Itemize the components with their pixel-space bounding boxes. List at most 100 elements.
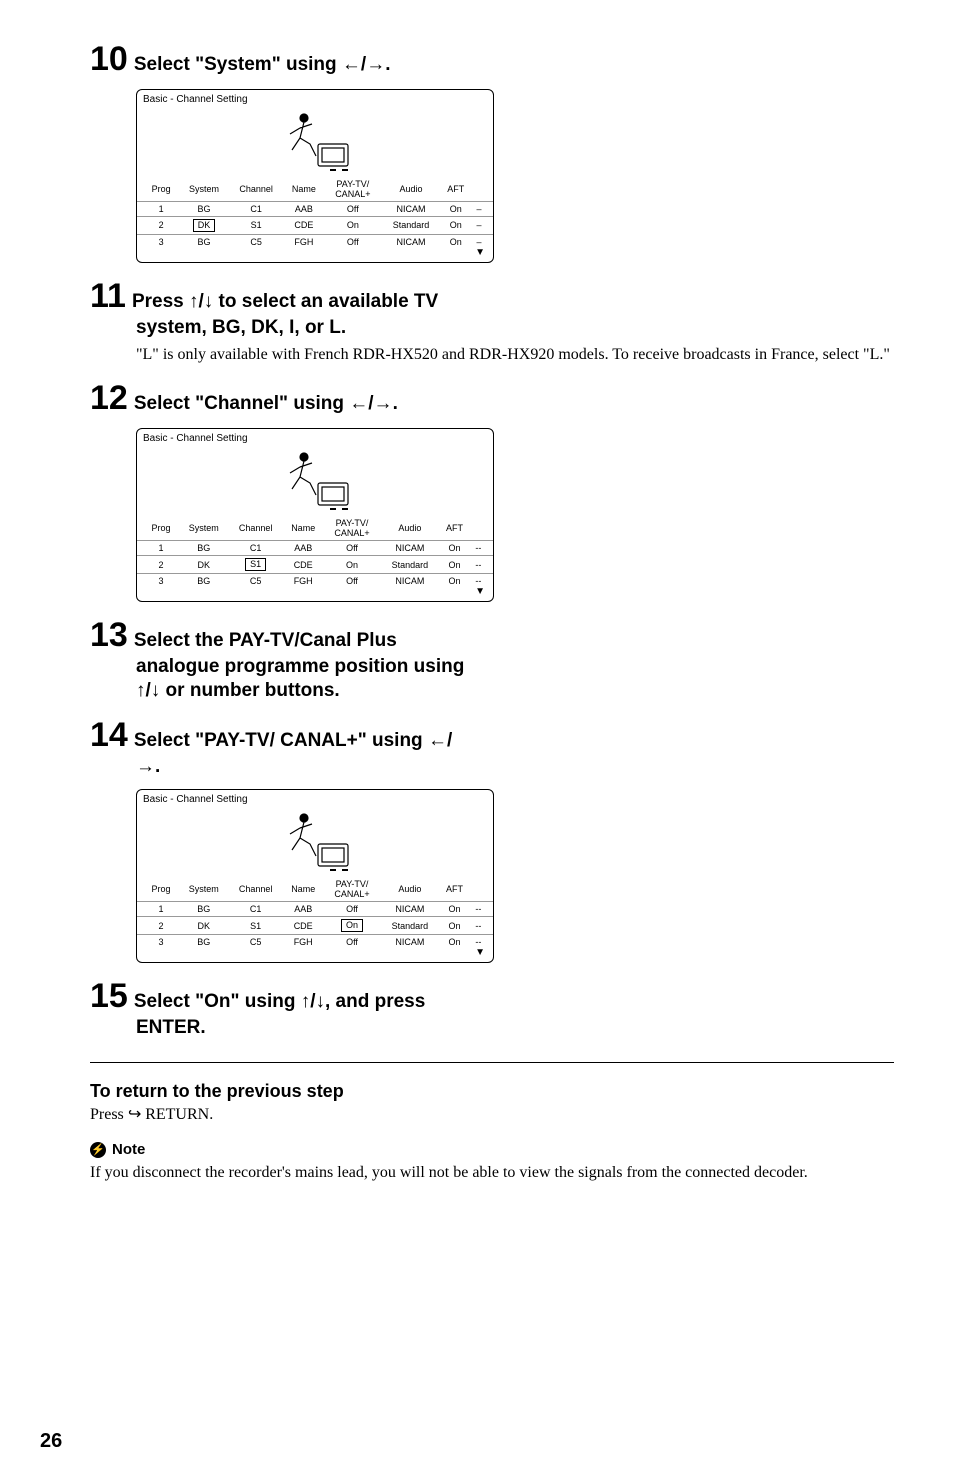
table-header — [470, 516, 493, 541]
step-subtitle: →. — [136, 755, 894, 779]
step-14: 14 Select "PAY-TV/ CANAL+" using ←/ →. B… — [90, 716, 894, 963]
table-cell: -- — [470, 556, 493, 574]
table-header: Name — [283, 877, 324, 902]
table-cell: C1 — [229, 202, 284, 217]
table-header: Audio — [381, 516, 440, 541]
table-cell: 1 — [137, 902, 179, 917]
table-cell: On — [439, 917, 469, 935]
step-title: Select "Channel" using ←/→. — [134, 392, 398, 416]
table-cell: On — [440, 202, 471, 217]
table-cell: BG — [179, 902, 228, 917]
table-header: System — [179, 877, 228, 902]
step-subtitle: ENTER. — [136, 1016, 894, 1040]
return-section: To return to the previous step Press ↩ R… — [90, 1081, 894, 1126]
table-cell: BG — [179, 202, 229, 217]
table-cell: 1 — [137, 541, 179, 556]
screenshot-title: Basic - Channel Setting — [137, 90, 493, 105]
table-header: PAY-TV/CANAL+ — [324, 177, 381, 202]
step-10: 10 Select "System" using ←/→. Basic - Ch… — [90, 40, 894, 263]
channel-table: ProgSystemChannelNamePAY-TV/CANAL+AudioA… — [137, 177, 493, 249]
table-row: 2DKS1CDEOnStandardOn– — [137, 217, 493, 235]
table-row: 1BGC1AABOffNICAMOn-- — [137, 902, 493, 917]
step-15: 15 Select "On" using ↑/↓, and press ENTE… — [90, 977, 894, 1040]
table-row: 2DKS1CDEOnStandardOn-- — [137, 556, 493, 574]
left-right-arrow-icon: ←/→ — [342, 54, 385, 75]
step-number: 10 — [90, 40, 128, 79]
scroll-down-indicator-icon: ▼ — [137, 247, 493, 260]
table-cell: Off — [324, 541, 381, 556]
text: Select "PAY-TV/ CANAL+" using — [134, 730, 428, 751]
channel-setting-screenshot-1: Basic - Channel Setting ProgSystemChanne… — [136, 89, 494, 263]
table-cell: On — [440, 217, 471, 235]
text: Press — [90, 1106, 128, 1123]
note-heading: ⚡ Note — [90, 1141, 894, 1158]
table-cell: – — [471, 202, 493, 217]
table-row: 1BGC1AABOffNICAMOn– — [137, 202, 493, 217]
step-title: Press ↑/↓ to select an available TV — [132, 290, 438, 314]
table-header: Channel — [229, 177, 284, 202]
table-cell: On — [439, 902, 469, 917]
table-header: Name — [283, 516, 324, 541]
step-subtitle: system, BG, DK, I, or L. — [136, 316, 894, 340]
step-number: 13 — [90, 616, 128, 655]
text: . — [393, 393, 398, 414]
table-header: Prog — [137, 877, 179, 902]
step-subtitle: analogue programme position using — [136, 655, 894, 679]
table-cell: Standard — [381, 917, 440, 935]
table-header: Channel — [228, 877, 282, 902]
table-cell: AAB — [283, 202, 324, 217]
table-cell: 1 — [137, 202, 179, 217]
return-heading: To return to the previous step — [90, 1081, 894, 1102]
text: or number buttons. — [160, 680, 339, 701]
table-header: Audio — [381, 877, 440, 902]
step-title: Select the PAY-TV/Canal Plus — [134, 629, 397, 653]
step-title: Select "PAY-TV/ CANAL+" using ←/ — [134, 729, 452, 753]
channel-table: ProgSystemChannelNamePAY-TV/CANAL+AudioA… — [137, 516, 493, 588]
table-cell: Off — [324, 902, 381, 917]
table-cell: CDE — [283, 917, 324, 935]
table-cell: AAB — [283, 541, 324, 556]
text: . — [385, 54, 390, 75]
up-down-arrow-icon: ↑/↓ — [301, 991, 325, 1012]
note-body: If you disconnect the recorder's mains l… — [90, 1162, 894, 1184]
table-cell: DK — [179, 217, 229, 235]
note-icon: ⚡ — [90, 1142, 106, 1158]
channel-setting-screenshot-3: Basic - Channel Setting ProgSystemChanne… — [136, 789, 494, 963]
step-head: 10 Select "System" using ←/→. — [90, 40, 894, 79]
step-number: 14 — [90, 716, 128, 755]
screenshot-title: Basic - Channel Setting — [137, 429, 493, 444]
table-cell: NICAM — [381, 902, 440, 917]
step-head: 15 Select "On" using ↑/↓, and press — [90, 977, 894, 1016]
step-title: Select "System" using ←/→. — [134, 53, 391, 77]
return-body: Press ↩ RETURN. — [90, 1104, 894, 1126]
table-cell: Standard — [381, 556, 440, 574]
table-cell: DK — [179, 917, 228, 935]
table-header: PAY-TV/CANAL+ — [324, 516, 381, 541]
channel-setting-screenshot-2: Basic - Channel Setting ProgSystemChanne… — [136, 428, 494, 602]
step-13: 13 Select the PAY-TV/Canal Plus analogue… — [90, 616, 894, 703]
note-section: ⚡ Note If you disconnect the recorder's … — [90, 1141, 894, 1184]
screenshot-title: Basic - Channel Setting — [137, 790, 493, 805]
screenshot-graphic — [137, 444, 493, 516]
step-12: 12 Select "Channel" using ←/→. Basic - C… — [90, 379, 894, 602]
table-header: AFT — [439, 516, 469, 541]
table-cell: S1 — [228, 917, 282, 935]
table-header: System — [179, 177, 229, 202]
table-header: AFT — [440, 177, 471, 202]
text: Select "System" using — [134, 54, 342, 75]
table-cell: CDE — [283, 556, 324, 574]
scroll-down-indicator-icon: ▼ — [137, 947, 493, 960]
table-cell: -- — [470, 902, 493, 917]
table-cell: 2 — [137, 556, 179, 574]
table-cell: Standard — [381, 217, 440, 235]
table-cell: S1 — [228, 556, 282, 574]
table-header: PAY-TV/CANAL+ — [324, 877, 381, 902]
table-header: Name — [283, 177, 324, 202]
divider — [90, 1062, 894, 1063]
step-head: 11 Press ↑/↓ to select an available TV — [90, 277, 894, 316]
table-cell: On — [324, 556, 381, 574]
table-cell: C1 — [228, 902, 282, 917]
table-header: Prog — [137, 516, 179, 541]
table-cell: CDE — [283, 217, 324, 235]
table-cell: NICAM — [381, 202, 440, 217]
